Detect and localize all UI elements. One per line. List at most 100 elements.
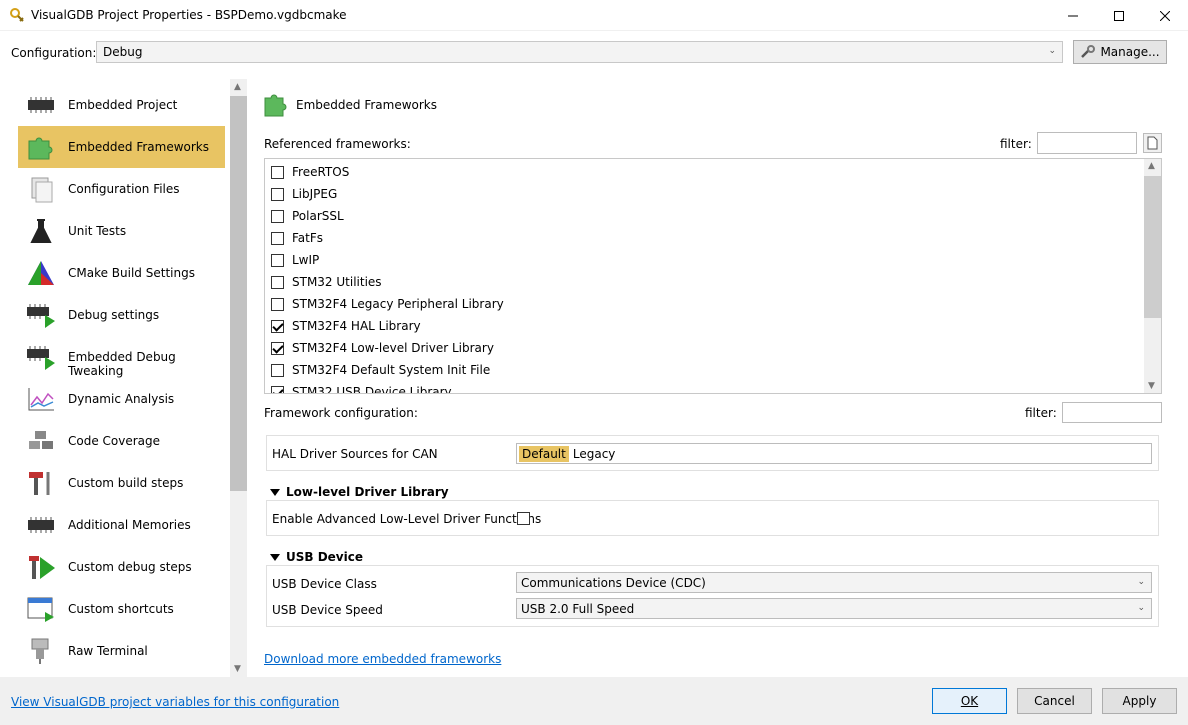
ok-button[interactable]: OK [932, 688, 1007, 714]
project-variables-link[interactable]: View VisualGDB project variables for thi… [11, 695, 339, 709]
chevron-down-icon: ⌄ [1137, 577, 1145, 587]
title-bar: VisualGDB Project Properties - BSPDemo.v… [0, 0, 1188, 31]
usb-speed-select[interactable]: USB 2.0 Full Speed ⌄ [516, 598, 1152, 619]
framework-checkbox[interactable] [271, 231, 284, 245]
sidebar-item-unit-tests[interactable]: Unit Tests [18, 210, 225, 252]
usb-section-header[interactable]: USB Device [270, 550, 363, 564]
usb-class-label: USB Device Class [272, 577, 377, 591]
tools-icon [26, 469, 56, 497]
sidebar-item-label: Embedded Debug Tweaking [68, 350, 176, 378]
sidebar-item-additional-memories[interactable]: Additional Memories [18, 504, 225, 546]
configuration-filter-input[interactable] [1062, 402, 1162, 423]
sidebar-item-custom-shortcuts[interactable]: Custom shortcuts [18, 588, 225, 630]
hal-can-value: Legacy [572, 446, 616, 461]
framework-item[interactable]: STM32 Utilities [271, 272, 382, 292]
wrench-icon [1081, 45, 1096, 58]
framework-item[interactable]: LibJPEG [271, 184, 337, 204]
scroll-down-icon[interactable]: ▼ [1148, 381, 1155, 391]
sidebar-scroll-thumb[interactable] [230, 96, 247, 491]
usb-speed-value: USB 2.0 Full Speed [521, 601, 635, 616]
sidebar-item-embedded-frameworks[interactable]: Embedded Frameworks [18, 126, 225, 168]
chip-play-icon [26, 301, 56, 329]
sidebar-item-code-coverage[interactable]: Code Coverage [18, 420, 225, 462]
sidebar-item-label: Custom debug steps [68, 560, 192, 574]
hal-can-label: HAL Driver Sources for CAN [272, 447, 438, 461]
framework-checkbox[interactable] [271, 187, 284, 201]
framework-item[interactable]: PolarSSL [271, 206, 344, 226]
maximize-button[interactable] [1096, 0, 1142, 31]
framework-checkbox[interactable] [271, 209, 284, 223]
framework-checkbox[interactable] [271, 275, 284, 289]
new-framework-button[interactable] [1143, 133, 1162, 153]
framework-checkbox[interactable] [271, 319, 284, 333]
apply-button[interactable]: Apply [1102, 688, 1177, 714]
framework-item[interactable]: STM32 USB Device Library [271, 382, 452, 393]
sidebar-item-label: Additional Memories [68, 518, 191, 532]
download-frameworks-link[interactable]: Download more embedded frameworks [264, 652, 501, 666]
collapse-triangle-icon [270, 553, 280, 561]
frameworks-scroll-thumb[interactable] [1144, 176, 1161, 318]
framework-item[interactable]: STM32F4 Low-level Driver Library [271, 338, 494, 358]
sidebar-item-custom-debug-steps[interactable]: Custom debug steps [18, 546, 225, 588]
framework-checkbox[interactable] [271, 363, 284, 377]
configuration-select[interactable]: Debug ⌄ [96, 41, 1063, 63]
advanced-ll-checkbox[interactable] [517, 512, 530, 525]
usb-class-value: Communications Device (CDC) [521, 575, 706, 590]
sidebar-item-dynamic-analysis[interactable]: Dynamic Analysis [18, 378, 225, 420]
advanced-ll-label: Enable Advanced Low-Level Driver Functio… [272, 512, 542, 526]
frameworks-filter-input[interactable] [1037, 132, 1137, 154]
scroll-down-icon[interactable]: ▼ [234, 664, 241, 674]
framework-item[interactable]: LwIP [271, 250, 319, 270]
manage-label: Manage... [1100, 45, 1160, 59]
cancel-button[interactable]: Cancel [1017, 688, 1092, 714]
usb-class-select[interactable]: Communications Device (CDC) ⌄ [516, 572, 1152, 593]
frameworks-scrollbar[interactable]: ▲ ▼ [1144, 159, 1161, 393]
minimize-icon [1068, 15, 1078, 16]
sidebar-item-label: Custom shortcuts [68, 602, 174, 616]
close-button[interactable] [1142, 0, 1188, 31]
framework-item[interactable]: STM32F4 Default System Init File [271, 360, 490, 380]
sidebar-item-label: Raw Terminal [68, 644, 148, 658]
framework-item[interactable]: STM32F4 HAL Library [271, 316, 421, 336]
frameworks-list: FreeRTOS LibJPEG PolarSSL FatFs LwIP STM32 Ut… [264, 158, 1162, 394]
sidebar-item-embedded-project[interactable]: Embedded Project [18, 84, 225, 126]
manage-button[interactable]: Manage... [1073, 40, 1167, 64]
hal-can-default-option[interactable]: Default [519, 445, 569, 462]
framework-label: STM32F4 HAL Library [292, 319, 421, 333]
sidebar-item-configuration-files[interactable]: Configuration Files [18, 168, 225, 210]
framework-checkbox[interactable] [271, 253, 284, 267]
framework-checkbox[interactable] [271, 385, 284, 393]
apply-label: Apply [1122, 694, 1157, 708]
ok-label: OK [960, 694, 979, 708]
framework-label: STM32F4 Default System Init File [292, 363, 491, 377]
sidebar-item-label: Dynamic Analysis [68, 392, 175, 406]
maximize-icon [1114, 10, 1124, 21]
usb-section-title: USB Device [286, 550, 363, 564]
framework-label: LwIP [292, 253, 320, 267]
sidebar-item-raw-terminal[interactable]: Raw Terminal [18, 630, 225, 672]
framework-item[interactable]: FatFs [271, 228, 323, 248]
sidebar-item-label: Configuration Files [68, 182, 180, 196]
tools-play-icon [26, 553, 56, 581]
flask-icon [26, 217, 56, 245]
framework-checkbox[interactable] [271, 341, 284, 355]
framework-item[interactable]: STM32F4 Legacy Peripheral Library [271, 294, 504, 314]
close-icon [1160, 10, 1170, 21]
chevron-down-icon: ⌄ [1048, 46, 1056, 56]
sidebar-item-debug-settings[interactable]: Debug settings [18, 294, 225, 336]
sidebar-item-label: CMake Build Settings [68, 266, 195, 280]
sidebar-item-embedded-debug-tweaking[interactable]: Embedded Debug Tweaking [18, 336, 225, 378]
framework-label: STM32F4 Low-level Driver Library [292, 341, 494, 355]
sidebar-item-cmake-build-settings[interactable]: CMake Build Settings [18, 252, 225, 294]
scroll-up-icon[interactable]: ▲ [1148, 161, 1155, 171]
framework-item[interactable]: FreeRTOS [271, 162, 349, 182]
framework-checkbox[interactable] [271, 165, 284, 179]
sidebar-scrollbar[interactable]: ▲ ▼ [230, 79, 247, 677]
framework-checkbox[interactable] [271, 297, 284, 311]
minimize-button[interactable] [1050, 0, 1096, 31]
chip-play-icon [26, 343, 56, 371]
lowlevel-section-header[interactable]: Low-level Driver Library [270, 485, 449, 499]
sidebar-item-custom-build-steps[interactable]: Custom build steps [18, 462, 225, 504]
scroll-up-icon[interactable]: ▲ [234, 82, 241, 92]
hal-can-field[interactable]: Default Legacy [516, 443, 1152, 464]
